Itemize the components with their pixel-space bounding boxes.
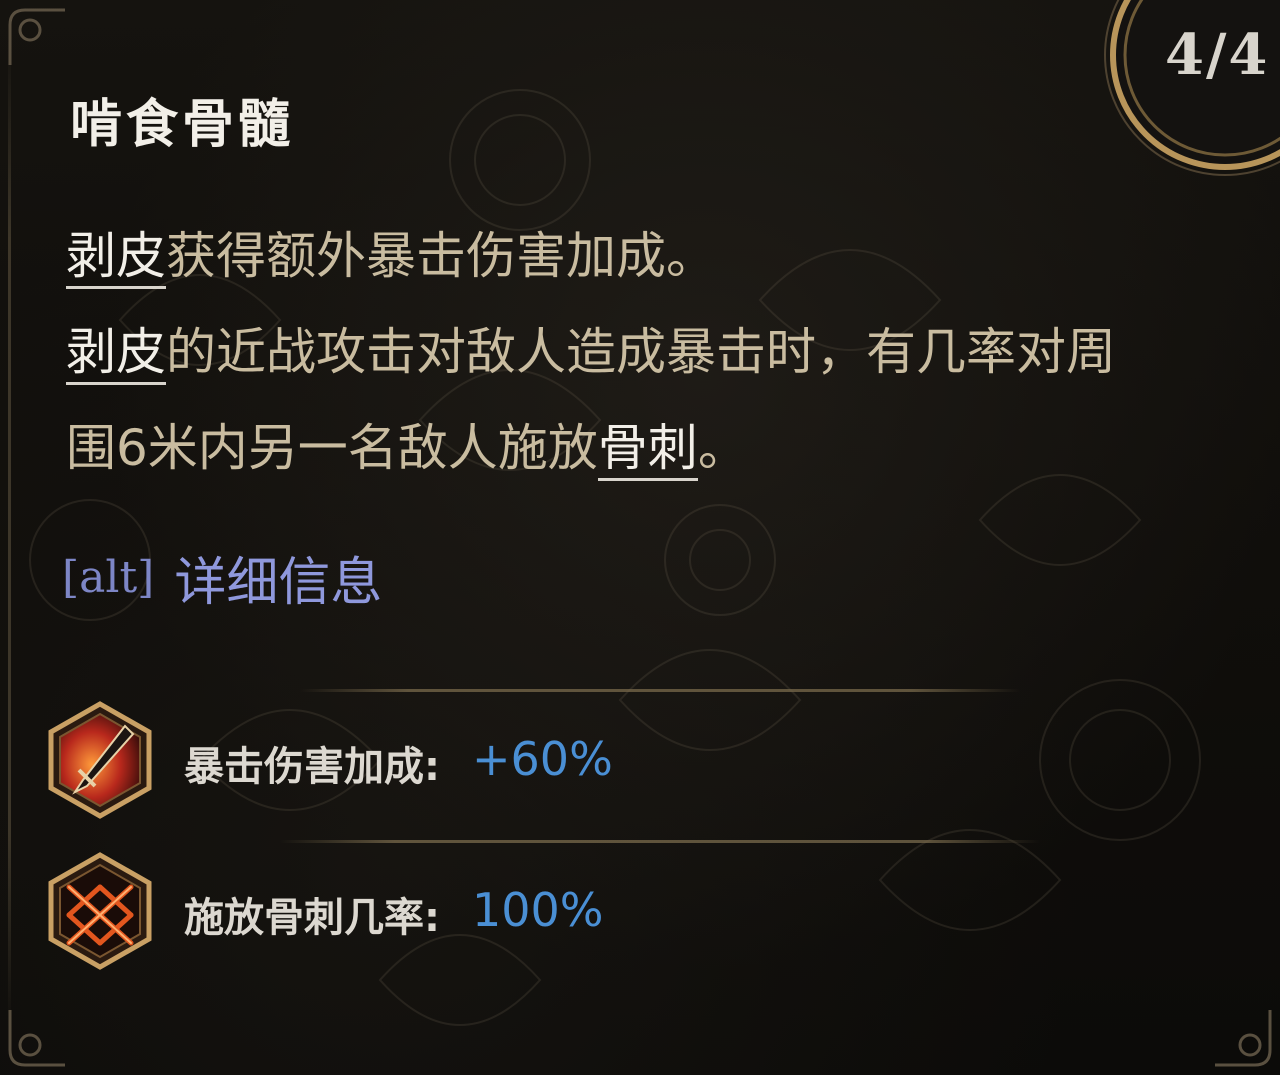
description-text: 的近战攻击对敌人造成暴击时，有几率对周 — [166, 323, 1116, 381]
bone-spike-cross-icon — [48, 852, 152, 970]
frame-corner-ornament — [8, 8, 65, 65]
stat-divider — [280, 840, 1040, 843]
description-text: 获得额外暴击伤害加成。 — [166, 227, 716, 285]
crit-damage-blade-icon — [48, 701, 152, 819]
skill-rank: 4/4 — [1165, 22, 1270, 88]
keyword-bone-spike[interactable]: 骨刺 — [597, 419, 698, 481]
description-text: 。 — [697, 419, 748, 477]
keyword-flay[interactable]: 剥皮 — [66, 227, 166, 289]
stat-label-crit-damage: 暴击伤害加成: — [184, 744, 440, 790]
frame-corner-ornament — [8, 1010, 65, 1067]
skill-title: 啃食骨髓 — [70, 95, 295, 155]
details-hint[interactable]: [alt] 详细信息 — [62, 540, 382, 615]
frame-left-border — [8, 40, 11, 1030]
stat-divider — [300, 689, 1020, 692]
keyword-flay[interactable]: 剥皮 — [66, 323, 166, 385]
skill-tooltip: 4/4 啃食骨髓 剥皮获得额外暴击伤害加成。 剥皮的近战攻击对敌人造成暴击时，有… — [0, 0, 1280, 1075]
description-line: 剥皮获得额外暴击伤害加成。 — [66, 208, 1206, 304]
description-line: 围6米内另一名敌人施放骨刺。 — [66, 400, 1206, 496]
alt-key-hint: [alt] — [62, 552, 155, 603]
details-label: 详细信息 — [174, 553, 383, 613]
description-line: 剥皮的近战攻击对敌人造成暴击时，有几率对周 — [66, 304, 1206, 400]
stat-label-bone-spike-chance: 施放骨刺几率: — [184, 895, 440, 941]
description-text: 围6米内另一名敌人施放 — [66, 419, 598, 477]
stat-value-bone-spike-chance: 100% — [472, 883, 604, 937]
frame-corner-ornament — [1215, 1010, 1272, 1067]
stat-value-crit-damage: +60% — [472, 732, 613, 786]
skill-description: 剥皮获得额外暴击伤害加成。 剥皮的近战攻击对敌人造成暴击时，有几率对周 围6米内… — [66, 208, 1206, 496]
